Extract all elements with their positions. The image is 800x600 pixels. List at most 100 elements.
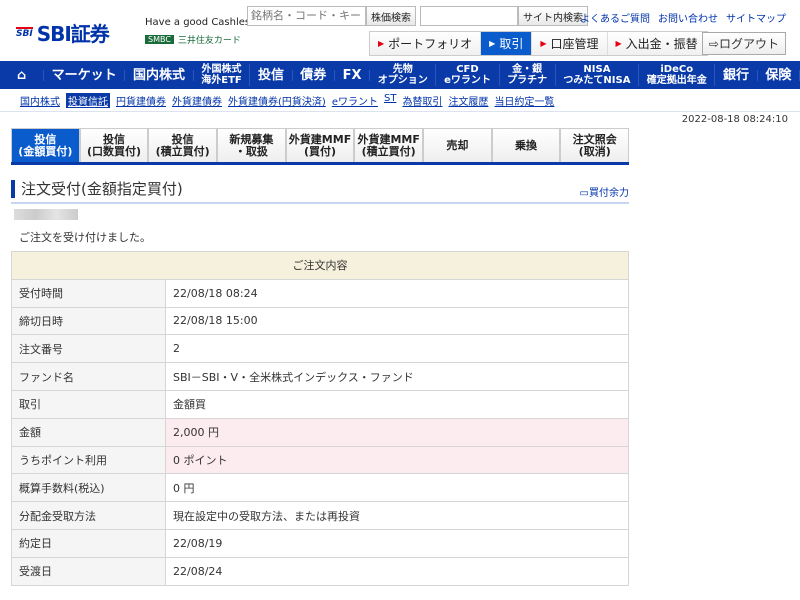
smbc-badge: SMBC [145, 35, 174, 44]
table-row: うちポイント利用0 ポイント [12, 446, 629, 474]
site-search-button[interactable]: サイト内検索 [518, 6, 588, 26]
gnav-insurance[interactable]: 保険 [758, 70, 800, 81]
row-label: 受渡日 [12, 557, 166, 585]
row-label: 分配金受取方法 [12, 502, 166, 530]
buying-power-label: 買付余力 [589, 188, 629, 199]
table-row: 概算手数料(税込)0 円 [12, 474, 629, 502]
contact-link[interactable]: お問い合わせ [658, 10, 718, 25]
tab-mmf-buy[interactable]: 外貨建MMF (買付) [286, 128, 355, 162]
nav-label: 取引 [499, 35, 523, 52]
row-value: 22/08/24 [166, 557, 629, 585]
table-row: 締切日時22/08/18 15:00 [12, 307, 629, 335]
gnav-gold[interactable]: 金・銀 プラチナ [500, 64, 556, 86]
table-heading: ご注文内容 [12, 252, 629, 280]
row-value: 22/08/18 15:00 [166, 307, 629, 335]
row-label: 金額 [12, 418, 166, 446]
subnav-item[interactable]: 外貨建債券 [172, 93, 222, 108]
tagline: Have a good Cashless. [145, 17, 259, 28]
gnav-nisa[interactable]: NISA つみたてNISA [556, 64, 639, 86]
nav-deposit[interactable]: ▶ 入出金・振替 [608, 32, 707, 55]
tab-mmf-accumulation[interactable]: 外貨建MMF (積立買付) [354, 128, 423, 162]
smbc-card-text: 三井住友カード [178, 33, 241, 46]
gnav-futures[interactable]: 先物 オプション [370, 64, 436, 86]
home-icon[interactable]: ⌂ [0, 70, 44, 81]
divider [0, 111, 800, 112]
gnav-fx[interactable]: FX [335, 70, 370, 81]
subnav-item[interactable]: eワラント [332, 93, 378, 108]
gnav-market[interactable]: マーケット [44, 70, 125, 81]
table-row: ファンド名SBI－SBI・V・全米株式インデックス・ファンド [12, 363, 629, 391]
tab-new-offering[interactable]: 新規募集 ・取扱 [217, 128, 286, 162]
nav-label: 入出金・振替 [626, 35, 698, 52]
buying-power-link[interactable]: ▭買付余力 [580, 184, 629, 202]
gnav-foreign-stock[interactable]: 外国株式 海外ETF [194, 64, 251, 86]
order-details-table: ご注文内容 受付時間22/08/18 08:24締切日時22/08/18 15:… [11, 251, 629, 586]
tab-order-inquiry[interactable]: 注文照会 (取消) [560, 128, 629, 162]
triangle-icon: ▶ [616, 39, 622, 48]
sub-nav: 国内株式 投資信託 円貨建債券 外貨建債券 外貨建債券(円貨決済) eワラント … [20, 93, 554, 108]
subnav-item[interactable]: 当日約定一覧 [494, 93, 554, 108]
timestamp: 2022-08-18 08:24:10 [682, 114, 788, 125]
table-row: 約定日22/08/19 [12, 529, 629, 557]
sbi-logo[interactable]: SBISBI証券 [16, 18, 109, 47]
gnav-funds[interactable]: 投信 [250, 70, 292, 81]
tab-amount-buy[interactable]: 投信 (金額買付) [11, 128, 80, 162]
faq-link[interactable]: よくあるご質問 [580, 10, 650, 25]
triangle-icon: ▶ [540, 39, 546, 48]
logout-icon: ⇨ [709, 37, 719, 51]
subnav-item-active[interactable]: 投資信託 [66, 93, 110, 108]
triangle-icon: ▶ [378, 39, 384, 48]
page-title: 注文受付(金額指定買付) [11, 180, 183, 198]
row-label: 概算手数料(税込) [12, 474, 166, 502]
gnav-bank[interactable]: 銀行 [715, 70, 757, 81]
row-label: 受付時間 [12, 279, 166, 307]
row-label: 約定日 [12, 529, 166, 557]
table-row: 受付時間22/08/18 08:24 [12, 279, 629, 307]
row-value: 22/08/19 [166, 529, 629, 557]
table-row: 受渡日22/08/24 [12, 557, 629, 585]
row-label: 注文番号 [12, 335, 166, 363]
subnav-item[interactable]: 円貨建債券 [116, 93, 166, 108]
logout-label: ログアウト [719, 35, 779, 52]
row-value: 金額買 [166, 390, 629, 418]
nav-portfolio[interactable]: ▶ ポートフォリオ [370, 32, 481, 55]
stock-search-input[interactable] [247, 6, 366, 26]
gnav-ideco[interactable]: iDeCo 確定拠出年金 [639, 64, 715, 86]
gnav-bonds[interactable]: 債券 [293, 70, 335, 81]
site-search-input[interactable] [420, 6, 518, 26]
logo-mark: SBI [16, 27, 33, 39]
row-label: 締切日時 [12, 307, 166, 335]
nav-label: 口座管理 [551, 35, 599, 52]
subnav-item[interactable]: ST [384, 93, 396, 108]
row-value: 現在設定中の受取方法、または再投資 [166, 502, 629, 530]
nav-label: ポートフォリオ [388, 35, 472, 52]
redacted-name [14, 209, 78, 220]
row-value: 2 [166, 335, 629, 363]
tab-unit-buy[interactable]: 投信 (口数買付) [80, 128, 149, 162]
table-row: 金額2,000 円 [12, 418, 629, 446]
confirmation-message: ご注文を受け付けました。 [19, 229, 151, 245]
table-row: 注文番号2 [12, 335, 629, 363]
row-label: ファンド名 [12, 363, 166, 391]
smbc-card-logo: SMBC 三井住友カード [145, 33, 241, 46]
row-label: うちポイント利用 [12, 446, 166, 474]
gnav-cfd[interactable]: CFD eワラント [436, 64, 499, 86]
stock-search-button[interactable]: 株価検索 [366, 6, 416, 26]
row-value: 0 ポイント [166, 446, 629, 474]
table-row: 取引金額買 [12, 390, 629, 418]
nav-trade[interactable]: ▶取引 [481, 32, 532, 55]
subnav-item[interactable]: 外貨建債券(円貨決済) [228, 93, 326, 108]
tab-switch[interactable]: 乗換 [492, 128, 561, 162]
row-label: 取引 [12, 390, 166, 418]
subnav-item[interactable]: 為替取引 [402, 93, 442, 108]
logout-button[interactable]: ⇨ログアウト [702, 32, 786, 55]
window-icon: ▭ [580, 188, 589, 199]
tab-accumulation-buy[interactable]: 投信 (積立買付) [148, 128, 217, 162]
gnav-domestic-stock[interactable]: 国内株式 [125, 70, 193, 81]
row-value: 22/08/18 08:24 [166, 279, 629, 307]
sitemap-link[interactable]: サイトマップ [726, 10, 786, 25]
tab-sell[interactable]: 売却 [423, 128, 492, 162]
subnav-item[interactable]: 注文履歴 [448, 93, 488, 108]
subnav-item[interactable]: 国内株式 [20, 93, 60, 108]
nav-account[interactable]: ▶ 口座管理 [532, 32, 607, 55]
